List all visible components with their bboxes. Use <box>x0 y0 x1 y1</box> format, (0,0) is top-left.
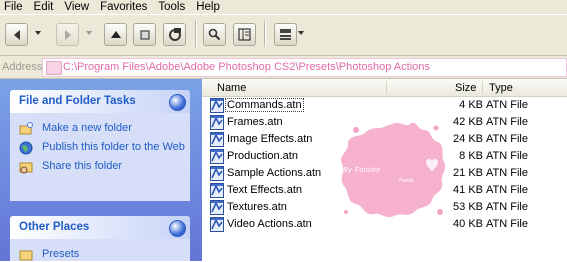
task-label[interactable]: Publish this folder to the Web <box>42 141 185 153</box>
menu-view[interactable]: View <box>60 0 96 14</box>
watermark-text: By Foniixe <box>343 167 381 174</box>
file-row[interactable]: Commands.atn 4 KB ATN File <box>208 97 558 114</box>
folders-icon <box>238 28 251 41</box>
file-size: 42 KB <box>453 116 483 128</box>
collapse-icon[interactable] <box>169 220 186 237</box>
atn-file-icon <box>210 115 224 130</box>
file-type: ATN File <box>486 133 528 145</box>
up-folder-icon <box>110 30 121 38</box>
stop-icon <box>139 29 150 40</box>
toolbar <box>0 14 567 56</box>
share-folder-icon <box>19 162 33 174</box>
menu-favorites[interactable]: Favorites <box>96 0 154 14</box>
task-label[interactable]: Make a new folder <box>42 122 132 134</box>
file-type: ATN File <box>486 116 528 128</box>
up-button[interactable] <box>104 23 127 46</box>
atn-file-icon <box>210 200 224 215</box>
file-and-folder-tasks-panel: File and Folder Tasks Make a new folder … <box>10 90 190 201</box>
address-label: Address <box>2 61 43 73</box>
address-field[interactable]: C:\Program Files\Adobe\Adobe Photoshop C… <box>42 58 567 77</box>
file-size: 53 KB <box>453 201 483 213</box>
file-type: ATN File <box>486 167 528 179</box>
back-arrow-icon <box>13 29 20 40</box>
column-header-size[interactable]: Size <box>455 82 476 94</box>
menu-bar: File Edit View Favorites Tools Help <box>0 0 567 14</box>
refresh-icon <box>168 27 181 41</box>
panel-header[interactable]: Other Places <box>10 216 190 239</box>
forward-arrow-icon <box>64 29 71 40</box>
stop-button[interactable] <box>133 23 156 46</box>
address-bar: Address C:\Program Files\Adobe\Adobe Pho… <box>0 56 567 79</box>
place-presets[interactable]: Presets <box>10 248 190 261</box>
file-size: 4 KB <box>459 99 483 111</box>
file-size: 41 KB <box>453 184 483 196</box>
panel-header[interactable]: File and Folder Tasks <box>10 90 190 113</box>
file-type: ATN File <box>486 184 528 196</box>
watermark-subtext: Foniiz <box>399 178 414 184</box>
refresh-button[interactable] <box>163 23 186 46</box>
file-type: ATN File <box>486 218 528 230</box>
file-name[interactable]: Commands.atn <box>225 98 304 112</box>
file-size: 8 KB <box>459 150 483 162</box>
menu-tools[interactable]: Tools <box>154 0 192 14</box>
menu-help[interactable]: Help <box>192 0 227 14</box>
task-pane: File and Folder Tasks Make a new folder … <box>0 79 202 261</box>
folder-icon <box>46 61 62 75</box>
views-dropdown[interactable] <box>298 31 304 35</box>
forward-button[interactable] <box>56 23 79 46</box>
menu-edit[interactable]: Edit <box>30 0 61 14</box>
new-folder-icon <box>19 122 33 135</box>
column-divider[interactable] <box>482 81 483 94</box>
search-button[interactable] <box>203 23 226 46</box>
file-size: 21 KB <box>453 167 483 179</box>
file-size: 40 KB <box>453 218 483 230</box>
views-icon <box>280 29 291 40</box>
atn-file-icon <box>210 98 224 113</box>
task-label[interactable]: Share this folder <box>42 160 122 172</box>
back-button[interactable] <box>5 23 28 46</box>
panel-title: File and Folder Tasks <box>19 95 136 107</box>
task-publish-to-web[interactable]: Publish this folder to the Web <box>10 141 190 155</box>
place-label[interactable]: Presets <box>42 248 79 260</box>
globe-icon <box>19 141 33 155</box>
search-icon <box>208 28 221 41</box>
file-name[interactable]: Image Effects.atn <box>227 133 312 145</box>
file-name[interactable]: Sample Actions.atn <box>227 167 321 179</box>
menu-file[interactable]: File <box>0 0 30 14</box>
toolbar-separator <box>195 21 197 47</box>
file-name[interactable]: Video Actions.atn <box>227 218 312 230</box>
column-divider[interactable] <box>386 81 387 94</box>
atn-file-icon <box>210 217 224 232</box>
column-header-name[interactable]: Name <box>217 82 246 94</box>
file-name[interactable]: Frames.atn <box>227 116 283 128</box>
file-size: 24 KB <box>453 133 483 145</box>
task-make-new-folder[interactable]: Make a new folder <box>10 122 190 135</box>
column-header-type[interactable]: Type <box>489 82 513 94</box>
file-type: ATN File <box>486 201 528 213</box>
forward-history-dropdown[interactable] <box>86 31 92 35</box>
file-name[interactable]: Textures.atn <box>227 201 287 213</box>
column-headers: Name Size Type <box>202 79 567 97</box>
atn-file-icon <box>210 166 224 181</box>
back-history-dropdown[interactable] <box>35 31 41 35</box>
views-button[interactable] <box>274 23 297 46</box>
file-type: ATN File <box>486 150 528 162</box>
file-name[interactable]: Text Effects.atn <box>227 184 302 196</box>
file-name[interactable]: Production.atn <box>227 150 298 162</box>
task-share-folder[interactable]: Share this folder <box>10 160 190 174</box>
file-type: ATN File <box>486 99 528 111</box>
collapse-icon[interactable] <box>169 94 186 111</box>
folder-icon <box>19 250 33 261</box>
address-path[interactable]: C:\Program Files\Adobe\Adobe Photoshop C… <box>63 61 430 73</box>
atn-file-icon <box>210 132 224 147</box>
atn-file-icon <box>210 149 224 164</box>
atn-file-icon <box>210 183 224 198</box>
other-places-panel: Other Places Presets <box>10 216 190 261</box>
toolbar-separator <box>264 21 266 47</box>
folders-button[interactable] <box>233 23 256 46</box>
panel-title: Other Places <box>19 221 90 233</box>
